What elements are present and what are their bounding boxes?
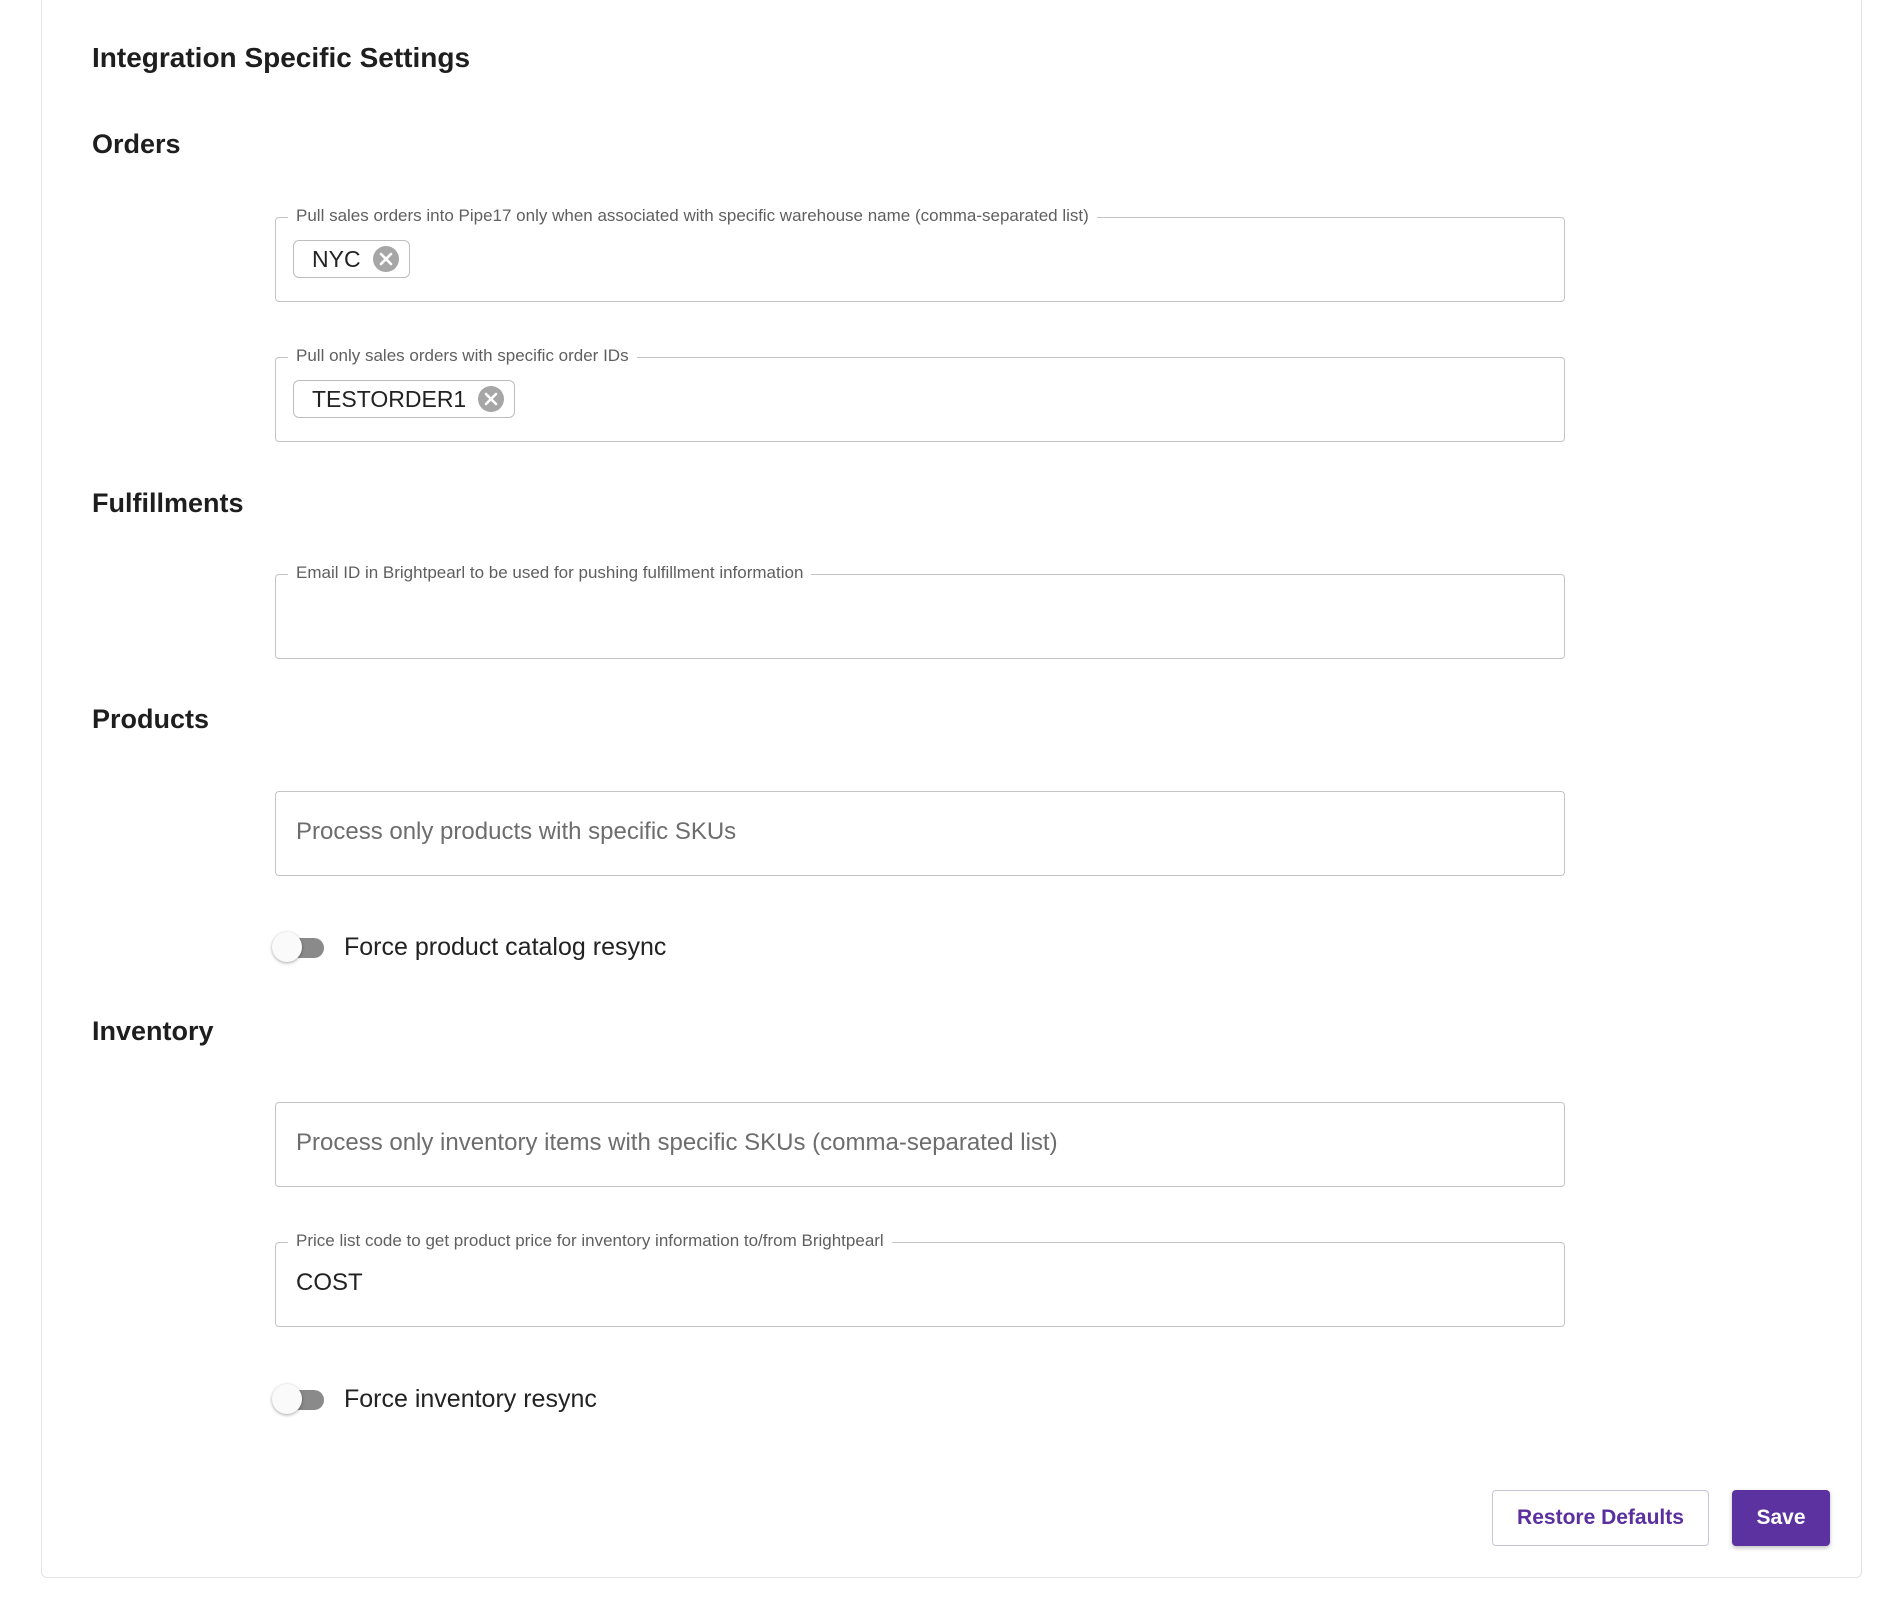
close-circle-icon[interactable] — [372, 246, 399, 272]
section-title-inventory: Inventory — [92, 1016, 214, 1046]
section-title-products: Products — [92, 704, 210, 734]
inventory-sku-placeholder: Process only inventory items with specif… — [296, 1129, 1058, 1156]
toggle-thumb — [272, 932, 302, 962]
warehouse-chip-nyc: NYC — [293, 240, 410, 278]
restore-defaults-button[interactable]: Restore Defaults — [1492, 1490, 1709, 1546]
page-title: Integration Specific Settings — [92, 42, 471, 73]
order-id-chip-testorder1: TESTORDER1 — [293, 380, 516, 418]
price-list-code-value: COST — [296, 1269, 363, 1296]
product-sku-placeholder: Process only products with specific SKUs — [296, 818, 737, 845]
force-inventory-resync-toggle[interactable] — [270, 1381, 328, 1417]
warehouse-name-field[interactable]: Pull sales orders into Pipe17 only when … — [275, 206, 1565, 302]
order-ids-field-label: Pull only sales orders with specific ord… — [288, 346, 637, 366]
force-product-resync-toggle[interactable] — [270, 929, 328, 965]
product-sku-field[interactable]: Process only products with specific SKUs — [275, 791, 1565, 876]
force-product-resync-row: Force product catalog resync — [270, 929, 666, 965]
section-title-orders: Orders — [92, 129, 181, 159]
inventory-sku-field[interactable]: Process only inventory items with specif… — [275, 1102, 1565, 1187]
chip-label: NYC — [312, 245, 361, 272]
section-title-fulfillments: Fulfillments — [92, 488, 244, 518]
chip-label: TESTORDER1 — [312, 385, 467, 412]
price-list-code-field[interactable]: Price list code to get product price for… — [275, 1231, 1565, 1327]
fulfillment-email-field-label: Email ID in Brightpearl to be used for p… — [288, 563, 812, 583]
close-circle-icon[interactable] — [478, 386, 505, 412]
toggle-thumb — [272, 1384, 302, 1414]
price-list-code-field-label: Price list code to get product price for… — [288, 1231, 892, 1251]
force-inventory-resync-row: Force inventory resync — [270, 1381, 597, 1417]
save-button[interactable]: Save — [1732, 1490, 1830, 1546]
force-product-resync-label: Force product catalog resync — [344, 932, 667, 961]
order-ids-field[interactable]: Pull only sales orders with specific ord… — [275, 346, 1565, 442]
fulfillment-email-field[interactable]: Email ID in Brightpearl to be used for p… — [275, 563, 1565, 659]
force-inventory-resync-label: Force inventory resync — [344, 1384, 597, 1413]
warehouse-name-field-label: Pull sales orders into Pipe17 only when … — [288, 206, 1097, 226]
